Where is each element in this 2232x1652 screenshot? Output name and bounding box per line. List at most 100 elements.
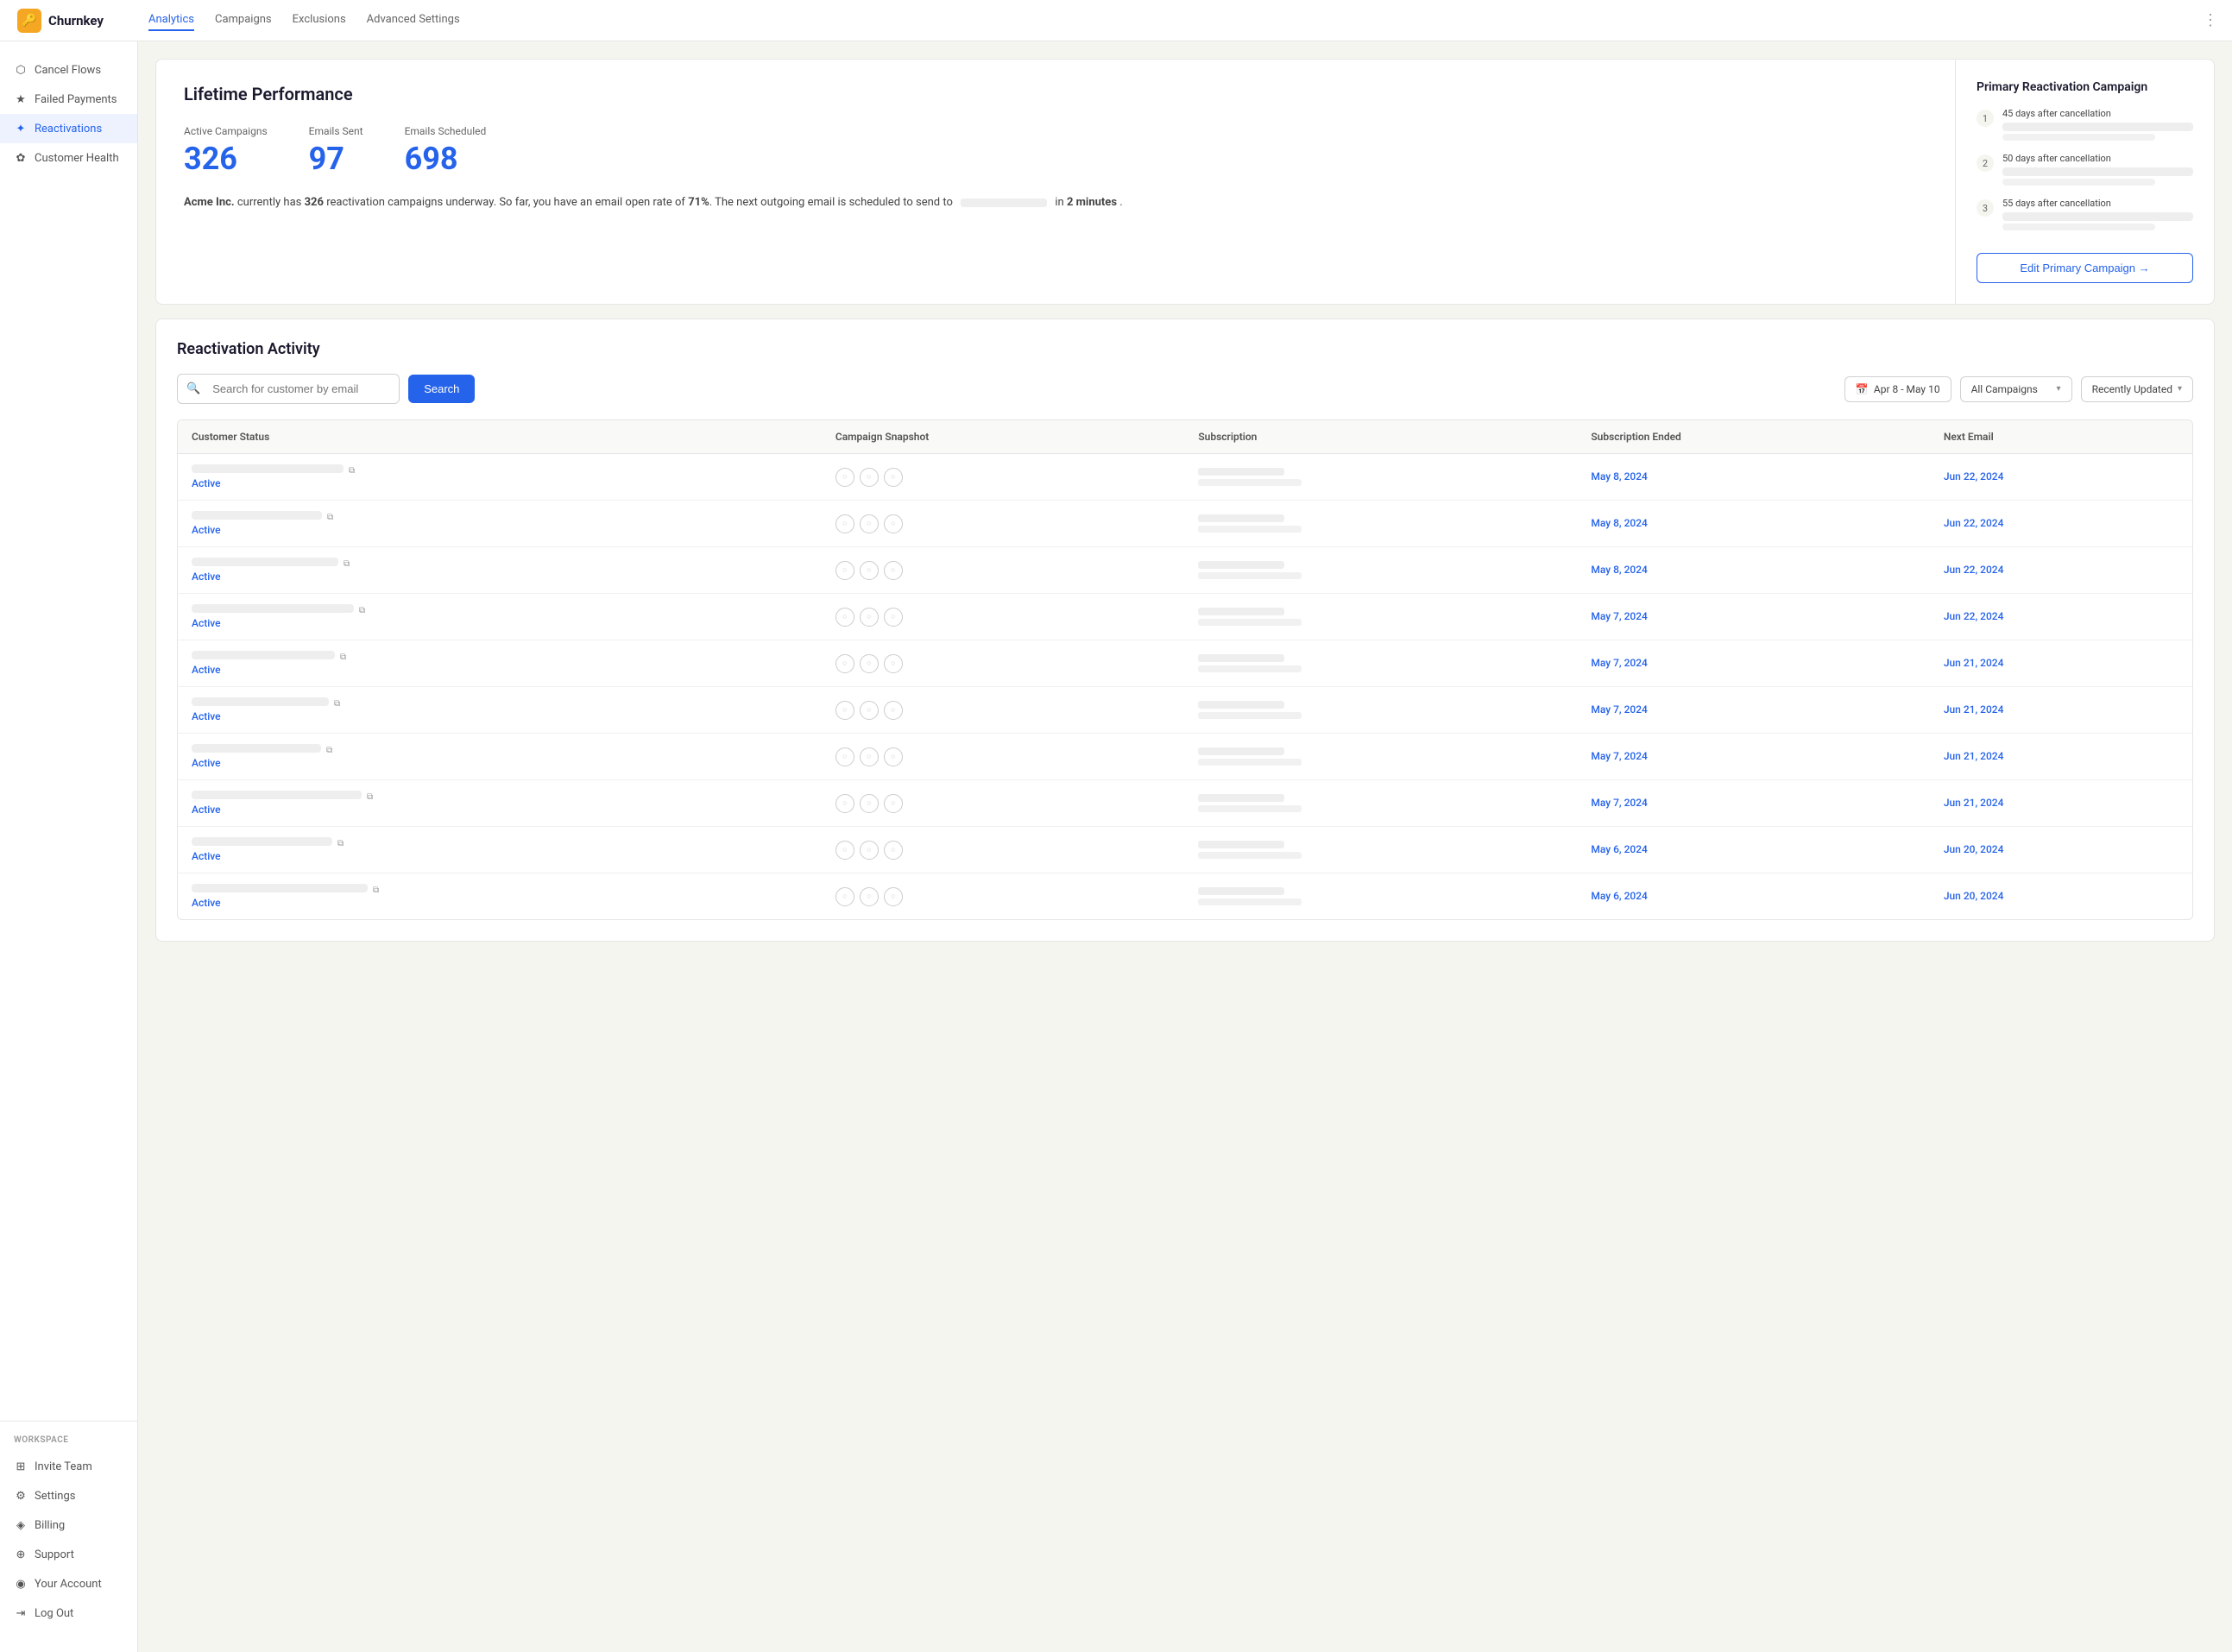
copy-icon[interactable]: ⧉: [373, 886, 379, 895]
perf-title: Lifetime Performance: [184, 84, 1927, 104]
next-email-date[interactable]: Jun 21, 2024: [1944, 703, 2004, 716]
nav-exclusions[interactable]: Exclusions: [293, 9, 346, 31]
campaign-icon-1: ○: [835, 701, 854, 720]
sidebar-item-customer-health[interactable]: ✿ Customer Health: [0, 143, 137, 173]
cell-subscription-ended: May 7, 2024: [1577, 594, 1929, 640]
cell-subscription-ended: May 7, 2024: [1577, 640, 1929, 687]
subscription-blur-2: [1198, 619, 1302, 626]
sidebar: ⬡ Cancel Flows ★ Failed Payments ✦ React…: [0, 41, 138, 1652]
next-email-date[interactable]: Jun 21, 2024: [1944, 750, 2004, 762]
next-email-date[interactable]: Jun 22, 2024: [1944, 610, 2004, 622]
copy-icon[interactable]: ⧉: [349, 466, 355, 476]
sidebar-item-billing[interactable]: ◈ Billing: [0, 1510, 137, 1540]
campaign-icon-group: ○ ○ ○: [835, 887, 1170, 906]
next-email-date[interactable]: Jun 20, 2024: [1944, 843, 2004, 855]
sidebar-item-settings[interactable]: ⚙ Settings: [0, 1481, 137, 1510]
sidebar-label-reactivations: Reactivations: [35, 123, 102, 136]
campaign-icon-2: ○: [860, 701, 879, 720]
cell-campaign-snapshot: ○ ○ ○: [822, 594, 1184, 640]
perf-stats: Active Campaigns 326 Emails Sent 97 Emai…: [184, 125, 1927, 177]
copy-icon[interactable]: ⧉: [326, 746, 332, 755]
nav-advanced-settings[interactable]: Advanced Settings: [367, 9, 460, 31]
campaign-icon-1: ○: [835, 608, 854, 627]
subscription-blur-2: [1198, 805, 1302, 812]
next-email-date[interactable]: Jun 22, 2024: [1944, 517, 2004, 529]
support-icon: ⊕: [14, 1548, 28, 1561]
campaign-icon-2: ○: [860, 654, 879, 673]
subscription-blur-1: [1198, 608, 1284, 615]
sidebar-item-reactivations[interactable]: ✦ Reactivations: [0, 114, 137, 143]
copy-icon[interactable]: ⧉: [359, 606, 365, 615]
cell-subscription: [1184, 594, 1577, 640]
sidebar-item-log-out[interactable]: ⇥ Log Out: [0, 1598, 137, 1628]
date-filter[interactable]: 📅 Apr 8 - May 10: [1844, 376, 1951, 402]
sidebar-item-cancel-flows[interactable]: ⬡ Cancel Flows: [0, 55, 137, 85]
more-options-icon[interactable]: ⋮: [2203, 11, 2218, 29]
cell-subscription-ended: May 8, 2024: [1577, 454, 1929, 501]
cell-campaign-snapshot: ○ ○ ○: [822, 780, 1184, 827]
cell-customer-status: ⧉ Active: [178, 734, 822, 780]
stat-label-scheduled: Emails Scheduled: [405, 125, 487, 137]
perf-left: Lifetime Performance Active Campaigns 32…: [156, 60, 1955, 304]
copy-icon[interactable]: ⧉: [367, 792, 373, 802]
next-email-date[interactable]: Jun 21, 2024: [1944, 797, 2004, 809]
sidebar-item-invite-team[interactable]: ⊞ Invite Team: [0, 1452, 137, 1481]
col-next-email: Next Email: [1930, 420, 2192, 454]
cell-subscription-ended: May 7, 2024: [1577, 734, 1929, 780]
campaign-num-2: 2: [1977, 154, 1994, 172]
sort-chevron-down-icon: ▾: [2178, 384, 2182, 394]
campaign-filter-dropdown[interactable]: All Campaigns ▾: [1960, 376, 2072, 402]
nav-analytics[interactable]: Analytics: [148, 9, 194, 31]
status-label: Active: [192, 804, 808, 816]
copy-icon[interactable]: ⧉: [340, 653, 346, 662]
campaign-icon-1: ○: [835, 468, 854, 487]
subscription-ended-date: May 7, 2024: [1591, 750, 1648, 762]
sidebar-item-your-account[interactable]: ◉ Your Account: [0, 1569, 137, 1598]
campaign-icon-2: ○: [860, 561, 879, 580]
cell-subscription: [1184, 501, 1577, 547]
cell-next-email: Jun 20, 2024: [1930, 873, 2192, 920]
subscription-ended-date: May 7, 2024: [1591, 610, 1648, 622]
campaign-info-3: 55 days after cancellation: [2002, 198, 2193, 230]
campaign-icon-group: ○ ○ ○: [835, 794, 1170, 813]
status-label: Active: [192, 617, 808, 629]
sidebar-item-support[interactable]: ⊕ Support: [0, 1540, 137, 1569]
next-email-date[interactable]: Jun 22, 2024: [1944, 564, 2004, 576]
copy-icon[interactable]: ⧉: [327, 513, 333, 522]
copy-icon[interactable]: ⧉: [344, 559, 350, 569]
copy-icon[interactable]: ⧉: [334, 699, 340, 709]
cell-subscription-ended: May 6, 2024: [1577, 873, 1929, 920]
next-email-date[interactable]: Jun 21, 2024: [1944, 657, 2004, 669]
sort-filter-dropdown[interactable]: Recently Updated ▾: [2081, 376, 2193, 402]
sidebar-item-failed-payments[interactable]: ★ Failed Payments: [0, 85, 137, 114]
status-label: Active: [192, 571, 808, 583]
activity-controls: 🔍 Search 📅 Apr 8 - May 10 All Campaigns …: [177, 374, 2193, 404]
cell-subscription: [1184, 547, 1577, 594]
brand-logo[interactable]: 🔑 Churnkey: [17, 9, 121, 33]
cell-subscription: [1184, 780, 1577, 827]
logo-icon: 🔑: [17, 9, 41, 33]
billing-icon: ◈: [14, 1518, 28, 1532]
activity-section: Reactivation Activity 🔍 Search 📅 Apr 8 -…: [156, 319, 2214, 941]
copy-icon[interactable]: ⧉: [337, 839, 344, 848]
cell-next-email: Jun 21, 2024: [1930, 687, 2192, 734]
sort-filter-label: Recently Updated: [2092, 383, 2172, 395]
invite-team-icon: ⊞: [14, 1460, 28, 1473]
campaign-days-1: 45 days after cancellation: [2002, 108, 2193, 119]
subscription-blur-2: [1198, 759, 1302, 766]
search-button[interactable]: Search: [408, 375, 475, 403]
subscription-blur-1: [1198, 747, 1284, 755]
subscription-blur-2: [1198, 852, 1302, 859]
campaign-content-blur-2b: [2002, 179, 2155, 186]
campaign-item-2: 2 50 days after cancellation: [1977, 153, 2193, 186]
cell-next-email: Jun 21, 2024: [1930, 734, 2192, 780]
next-email-date[interactable]: Jun 20, 2024: [1944, 890, 2004, 902]
campaign-filter-label: All Campaigns: [1971, 383, 2038, 395]
nav-campaigns[interactable]: Campaigns: [215, 9, 272, 31]
campaign-icon-3: ○: [884, 794, 903, 813]
cell-campaign-snapshot: ○ ○ ○: [822, 873, 1184, 920]
next-email-date[interactable]: Jun 22, 2024: [1944, 470, 2004, 482]
search-input[interactable]: [209, 375, 399, 403]
edit-primary-campaign-button[interactable]: Edit Primary Campaign →: [1977, 253, 2193, 283]
subscription-blur-2: [1198, 712, 1302, 719]
